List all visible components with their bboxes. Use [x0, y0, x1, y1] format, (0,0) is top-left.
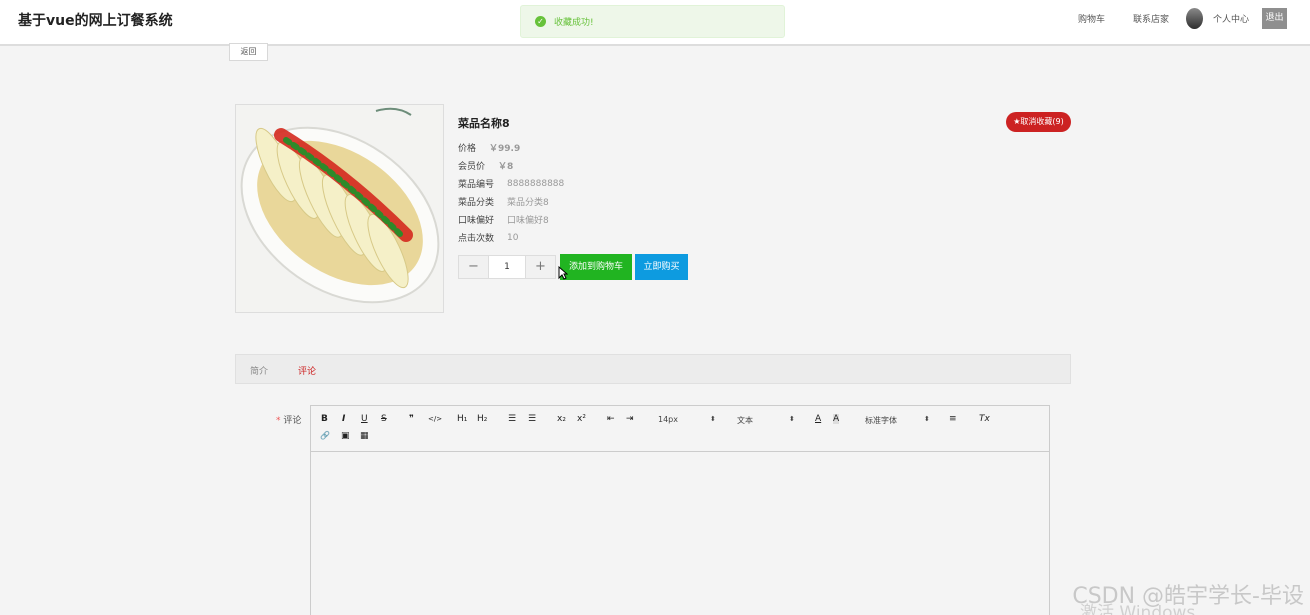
category-row: 菜品分类 菜品分类8 — [458, 195, 549, 208]
category-label: 菜品分类 — [458, 198, 495, 208]
code-value: 8888888888 — [507, 178, 565, 189]
mouse-cursor-icon — [558, 266, 568, 280]
category-value: 菜品分类8 — [507, 198, 549, 208]
editor-toolbar: B I U S ❞ </> H₁ H₂ ☰ ☰ x₂ x² ⇤ ⇥ 14px ⬍… — [311, 406, 1049, 452]
header-select[interactable]: 文本 — [737, 415, 753, 426]
success-toast: ✓ 收藏成功! — [520, 5, 785, 38]
windows-activation-text: 激活 Windows — [1080, 603, 1196, 615]
ordered-list-icon[interactable]: ☰ — [508, 414, 516, 424]
subscript-button[interactable]: x₂ — [557, 414, 566, 424]
dish-name: 菜品名称8 — [458, 117, 510, 130]
align-icon[interactable]: ≡ — [949, 414, 957, 424]
required-mark: * — [276, 416, 281, 426]
vip-price-value: ￥8 — [498, 162, 514, 172]
code-icon[interactable]: </> — [428, 415, 442, 423]
quantity-input[interactable]: 1 — [488, 256, 526, 278]
clicks-label: 点击次数 — [458, 234, 495, 244]
clicks-row: 点击次数 10 — [458, 231, 519, 245]
bold-button[interactable]: B — [321, 414, 328, 424]
taste-row: 口味偏好 口味偏好8 — [458, 213, 549, 226]
vip-price-row: 会员价 ￥8 — [458, 159, 513, 172]
rich-text-editor: B I U S ❞ </> H₁ H₂ ☰ ☰ x₂ x² ⇤ ⇥ 14px ⬍… — [310, 405, 1050, 615]
increase-quantity-button[interactable]: + — [526, 256, 555, 278]
indent-icon[interactable]: ⇥ — [626, 414, 634, 424]
superscript-button[interactable]: x² — [577, 414, 586, 424]
code-label: 菜品编号 — [458, 180, 495, 190]
background-color-icon[interactable]: A — [833, 414, 840, 424]
avatar[interactable] — [1186, 8, 1203, 29]
taste-label: 口味偏好 — [458, 216, 495, 226]
price-row: 价格 ￥99.9 — [458, 141, 520, 154]
code-row: 菜品编号 8888888888 — [458, 177, 565, 191]
size-dropdown-icon: ⬍ — [710, 415, 716, 423]
quantity-stepper: − 1 + — [458, 255, 556, 279]
font-dropdown-icon: ⬍ — [924, 415, 930, 423]
nav-profile[interactable]: 个人中心 — [1213, 12, 1249, 25]
check-circle-icon: ✓ — [535, 16, 546, 27]
tab-intro[interactable]: 简介 — [250, 364, 268, 377]
price-value: ￥99.9 — [489, 144, 521, 154]
decrease-quantity-button[interactable]: − — [459, 256, 488, 278]
vip-price-label: 会员价 — [458, 162, 486, 172]
font-family-select[interactable]: 标准字体 — [865, 415, 897, 426]
site-title: 基于vue的网上订餐系统 — [18, 13, 173, 29]
heading2-button[interactable]: H₂ — [477, 414, 487, 424]
buy-now-button[interactable]: 立即购买 — [635, 254, 688, 280]
italic-button[interactable]: I — [342, 414, 345, 424]
strike-button[interactable]: S — [381, 414, 387, 424]
tab-comments[interactable]: 评论 — [298, 364, 316, 377]
quote-icon[interactable]: ❞ — [409, 414, 414, 424]
detail-tabs: 简介 评论 — [235, 354, 1071, 384]
link-icon[interactable]: 🔗 — [320, 431, 330, 440]
comment-label-text: 评论 — [283, 416, 302, 426]
editor-content-area[interactable] — [311, 452, 1049, 615]
price-label: 价格 — [458, 144, 477, 154]
video-icon[interactable]: ▦ — [360, 431, 369, 441]
text-color-icon[interactable]: A — [815, 414, 821, 424]
taste-value: 口味偏好8 — [507, 216, 549, 226]
clicks-value: 10 — [507, 232, 519, 243]
top-header: 基于vue的网上订餐系统 ✓ 收藏成功! 购物车 联系店家 个人中心 退出 — [0, 0, 1310, 46]
add-to-cart-button[interactable]: 添加到购物车 — [560, 254, 632, 280]
clean-format-icon[interactable]: Tx — [979, 414, 990, 424]
font-size-select[interactable]: 14px — [658, 415, 678, 424]
nav-contact[interactable]: 联系店家 — [1133, 12, 1169, 25]
logout-button[interactable]: 退出 — [1262, 8, 1287, 29]
toast-message: 收藏成功! — [554, 18, 594, 28]
nav-cart[interactable]: 购物车 — [1078, 12, 1105, 25]
outdent-icon[interactable]: ⇤ — [607, 414, 615, 424]
back-button[interactable]: 返回 — [229, 43, 268, 61]
heading1-button[interactable]: H₁ — [457, 414, 467, 424]
dish-photo — [236, 105, 443, 312]
header-dropdown-icon: ⬍ — [789, 415, 795, 423]
image-icon[interactable]: ▣ — [341, 431, 350, 441]
bullet-list-icon[interactable]: ☰ — [528, 414, 536, 424]
cancel-favorite-button[interactable]: ★取消收藏(9) — [1006, 112, 1071, 132]
product-image — [235, 104, 444, 313]
underline-button[interactable]: U — [361, 414, 368, 424]
comment-label: * 评论 — [276, 413, 301, 426]
